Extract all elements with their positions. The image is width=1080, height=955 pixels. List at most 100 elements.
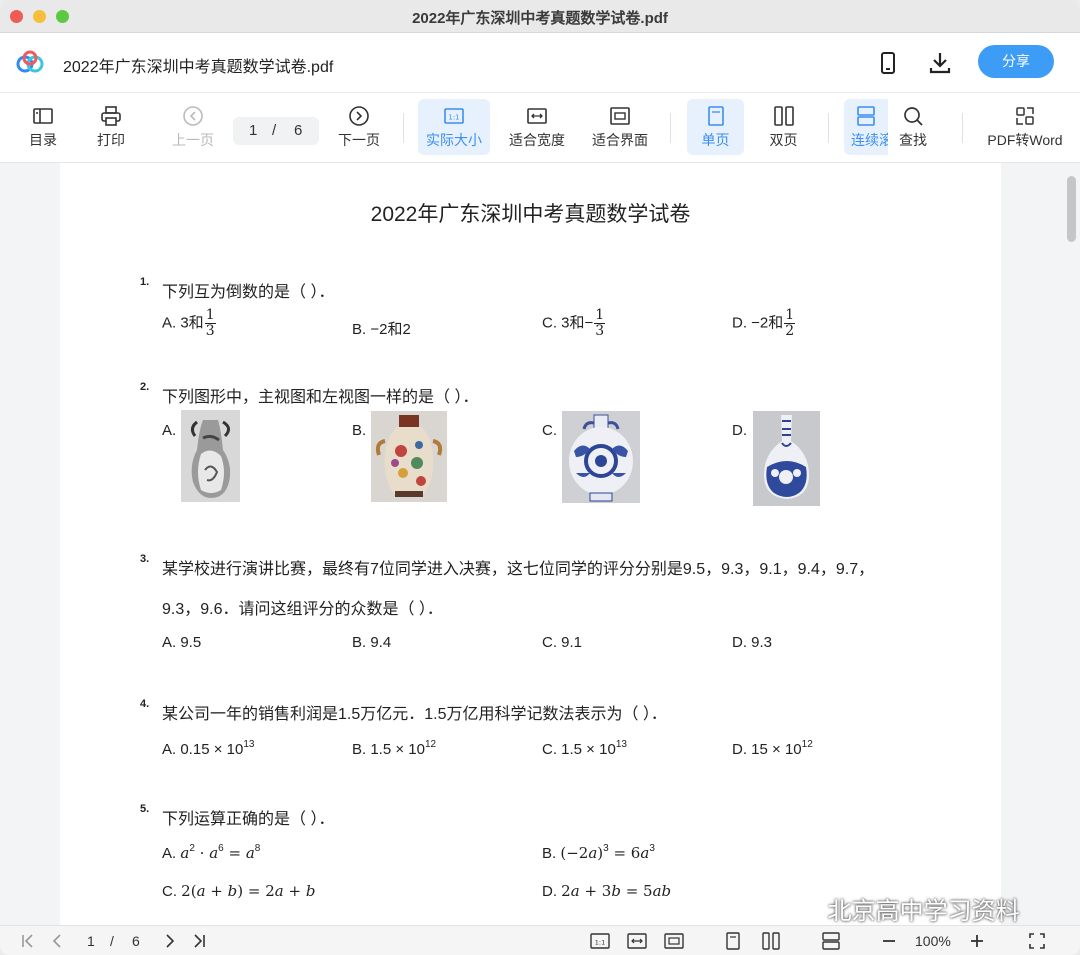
print-label: 打印 xyxy=(97,132,125,148)
actual-size-button[interactable]: 1:1 实际大小 xyxy=(418,99,490,155)
question-text: 某公司一年的销售利润是1.5万亿元．1.5万亿用科学记数法表示为（ ）． xyxy=(162,706,667,723)
option-label: D. −2和 xyxy=(732,314,784,332)
zoom-level[interactable]: 100% xyxy=(915,933,951,949)
continuous-icon xyxy=(857,106,875,126)
fraction-numerator: 1 xyxy=(204,307,216,324)
svg-text:1:1: 1:1 xyxy=(448,114,459,122)
double-page-icon xyxy=(773,106,794,126)
next-icon[interactable] xyxy=(163,932,177,950)
app-header: 2022年广东深圳中考真题数学试卷.pdf 分享 xyxy=(0,33,1080,93)
single-page-icon[interactable] xyxy=(724,932,742,950)
fit-width-icon[interactable] xyxy=(627,932,647,950)
status-page-current[interactable]: 1 xyxy=(87,933,95,949)
pdf-page: 2022年广东深圳中考真题数学试卷 1. 下列互为倒数的是（ ）． A. 3和 1… xyxy=(60,163,1001,925)
question-number: 3. xyxy=(140,553,150,565)
option-d: D. 15 × 1012 xyxy=(732,739,813,758)
fraction-denominator: 3 xyxy=(205,323,215,339)
question-text: 下列运算正确的是（ ）． xyxy=(162,811,335,828)
actual-size-icon[interactable]: 1:1 xyxy=(590,932,610,950)
exponent: 13 xyxy=(615,739,627,750)
print-icon xyxy=(101,106,121,126)
prev-page-label: 上一页 xyxy=(172,132,214,148)
title-bar: 2022年广东深圳中考真题数学试卷.pdf xyxy=(0,0,1080,33)
fraction-numerator: 1 xyxy=(594,307,606,324)
option-b: B. 1.5 × 1012 xyxy=(352,739,436,758)
question-text: 下列图形中，主视图和左视图一样的是（ ）． xyxy=(162,389,479,406)
question-number: 2. xyxy=(140,381,150,393)
option-a: A. a2 · a6 = a8 xyxy=(162,843,261,862)
pdf-to-word-label: PDF转Word xyxy=(987,132,1063,148)
continuous-scroll-button[interactable]: 连续滚 xyxy=(844,99,888,155)
option-label: A. xyxy=(162,845,177,862)
option-d: D. xyxy=(732,422,747,439)
page-current: 1 xyxy=(249,122,258,139)
document-title: 2022年广东深圳中考真题数学试卷 xyxy=(370,203,691,226)
option-a: A. 3和 1 3 xyxy=(162,308,216,339)
share-button[interactable]: 分享 xyxy=(978,45,1054,78)
vertical-scrollbar[interactable] xyxy=(1067,176,1076,242)
search-label: 查找 xyxy=(899,132,927,148)
fullscreen-icon[interactable] xyxy=(1028,932,1046,950)
single-page-button[interactable]: 单页 xyxy=(687,99,744,155)
continuous-icon[interactable] xyxy=(821,932,841,950)
continuous-label: 连续滚 xyxy=(851,132,888,148)
toolbar-divider xyxy=(670,113,671,143)
print-button[interactable]: 打印 xyxy=(76,99,146,155)
option-label: C. xyxy=(162,883,177,900)
wechat-icon xyxy=(786,897,819,920)
option-label: C. 3和− xyxy=(542,314,594,332)
fit-screen-icon xyxy=(610,107,630,125)
fit-screen-label: 适合界面 xyxy=(592,132,648,148)
fit-width-icon xyxy=(527,108,547,124)
fit-screen-icon[interactable] xyxy=(664,932,684,950)
next-page-icon xyxy=(349,106,369,126)
next-page-button[interactable]: 下一页 xyxy=(324,99,394,155)
toolbar: 目录 打印 上一页 1 / 6 下一页 1:1 实际大小 适合宽度 适合界面 单… xyxy=(0,93,1080,163)
double-page-icon[interactable] xyxy=(761,932,781,950)
vase-image-d xyxy=(753,411,820,506)
status-page-separator: / xyxy=(110,933,114,949)
exponent: 12 xyxy=(801,739,813,750)
toc-label: 目录 xyxy=(29,132,57,148)
option-c: C. 2(a + b) = 2a + b xyxy=(162,882,316,900)
option-d: D. 2a + 3b = 5ab xyxy=(542,882,672,900)
first-page-icon[interactable] xyxy=(20,932,36,950)
option-a: A. 0.15 × 1013 xyxy=(162,739,254,758)
last-page-icon[interactable] xyxy=(191,932,207,950)
phone-icon[interactable] xyxy=(875,50,901,76)
toolbar-divider xyxy=(962,113,963,143)
page-total: 6 xyxy=(294,122,303,139)
double-page-button[interactable]: 双页 xyxy=(755,99,812,155)
option-b: B. (−2a)3 = 6a3 xyxy=(542,843,655,862)
fit-width-label: 适合宽度 xyxy=(509,132,565,148)
option-a: A. 9.5 xyxy=(162,634,202,651)
vase-image-a xyxy=(181,410,240,502)
zoom-in-icon[interactable] xyxy=(968,932,986,950)
actual-size-icon: 1:1 xyxy=(444,108,464,124)
download-icon[interactable] xyxy=(927,50,953,76)
pdf-to-word-button[interactable]: PDF转Word xyxy=(983,99,1067,155)
option-label: A. 3和 xyxy=(162,314,204,332)
actual-size-label: 实际大小 xyxy=(426,132,482,148)
search-button[interactable]: 查找 xyxy=(888,99,938,155)
svg-text:1:1: 1:1 xyxy=(595,939,605,947)
fit-screen-button[interactable]: 适合界面 xyxy=(585,99,655,155)
fit-width-button[interactable]: 适合宽度 xyxy=(502,99,572,155)
single-page-label: 单页 xyxy=(701,132,730,148)
status-bar: 1 / 6 1:1 100% xyxy=(0,925,1080,955)
option-a: A. xyxy=(162,422,177,439)
option-label: D. xyxy=(542,883,557,900)
prev-icon[interactable] xyxy=(50,932,64,950)
option-b: B. 9.4 xyxy=(352,634,392,651)
next-page-label: 下一页 xyxy=(338,132,380,148)
page-number-input[interactable]: 1 / 6 xyxy=(233,117,319,145)
watermark: 北京高中学习资料 xyxy=(785,891,1020,926)
pdf-to-word-icon xyxy=(1016,107,1034,125)
toc-button[interactable]: 目录 xyxy=(8,99,78,155)
zoom-out-icon[interactable] xyxy=(880,932,898,950)
toolbar-divider xyxy=(828,113,829,143)
single-page-icon xyxy=(707,106,724,126)
prev-page-button[interactable]: 上一页 xyxy=(158,99,228,155)
option-label: B. 1.5 × 10 xyxy=(352,741,425,758)
document-viewer[interactable]: 2022年广东深圳中考真题数学试卷 1. 下列互为倒数的是（ ）． A. 3和 1… xyxy=(0,163,1080,925)
